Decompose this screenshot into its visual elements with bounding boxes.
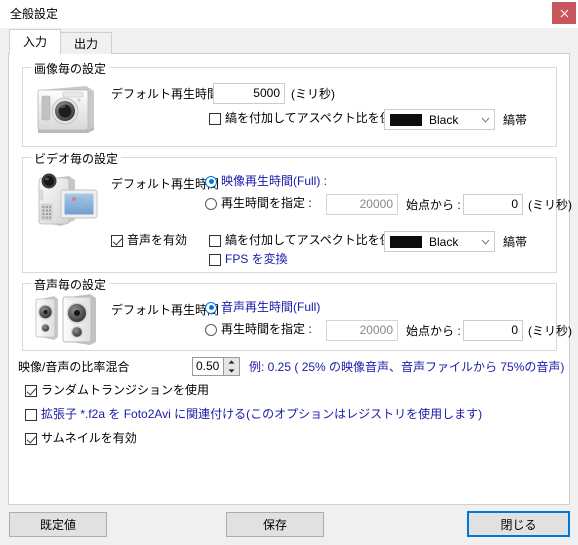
image-aspect-label: 縞を付加してアスペクト比を保持 <box>225 111 404 125</box>
image-band-color-value: Black <box>429 112 459 127</box>
close-icon <box>560 9 568 17</box>
checkbox-box <box>25 432 37 445</box>
image-duration-unit: (ミリ秒) <box>291 87 335 101</box>
radio-circle <box>205 301 217 314</box>
group-image-settings: 画像毎の設定 デフォルト再生時間 : 5000 (ミリ秒) 縞を付加してアスペク… <box>22 60 557 147</box>
thumbnails-checkbox[interactable]: サムネイルを有効 <box>25 432 137 445</box>
mix-ratio-value: 0.50 <box>196 359 220 373</box>
video-band-suffix: 縞帯 <box>503 235 528 249</box>
video-radio-custom[interactable]: 再生時間を指定 : <box>205 197 312 210</box>
image-band-suffix: 縞帯 <box>503 113 528 127</box>
group-audio-title: 音声毎の設定 <box>31 276 110 293</box>
thumbnails-label: サムネイルを有効 <box>41 431 137 445</box>
color-swatch <box>390 235 422 248</box>
tab-output[interactable]: 出力 <box>60 32 113 54</box>
checkbox-box <box>25 408 37 421</box>
image-band-color-combo[interactable]: Black <box>384 109 495 130</box>
image-duration-input[interactable]: 5000 <box>213 83 285 104</box>
audio-unit: (ミリ秒) <box>528 324 572 338</box>
tab-input[interactable]: 入力 <box>9 29 62 54</box>
video-radio-full-label: 映像再生時間(Full) : <box>221 174 327 188</box>
save-button[interactable]: 保存 <box>226 512 324 537</box>
mix-ratio-label: 映像/音声の比率混合 <box>18 360 130 374</box>
checkbox-box <box>209 234 221 247</box>
video-start-label: 始点から : <box>406 198 461 212</box>
random-transition-label: ランダムトランジションを使用 <box>41 383 210 397</box>
video-aspect-checkbox[interactable]: 縞を付加してアスペクト比を保持 <box>209 234 404 247</box>
video-audio-label: 音声を有効 <box>127 233 188 247</box>
audio-radio-custom[interactable]: 再生時間を指定 : <box>205 323 312 336</box>
color-swatch <box>390 113 422 126</box>
mix-ratio-stepper[interactable]: 0.50 <box>192 357 240 376</box>
tab-strip: 入力 出力 <box>9 29 113 54</box>
tab-panel-input: 画像毎の設定 デフォルト再生時間 : 5000 (ミリ秒) 縞を付加してアスペク… <box>8 53 572 505</box>
video-radio-custom-label: 再生時間を指定 : <box>221 196 312 210</box>
video-fps-checkbox[interactable]: FPS を変換 <box>209 253 288 266</box>
audio-start-label: 始点から : <box>406 324 461 338</box>
group-audio-settings: 音声毎の設定 デフォルト再生時間: 音声再生時間(Full) 再生時間を指定 … <box>22 276 572 351</box>
checkbox-box <box>209 112 221 125</box>
audio-radio-custom-label: 再生時間を指定 : <box>221 322 312 336</box>
video-band-color-combo[interactable]: Black <box>384 231 495 252</box>
tab-input-label: 入力 <box>23 35 48 49</box>
close-dialog-button[interactable]: 閉じる <box>467 511 570 537</box>
image-duration-label: デフォルト再生時間 : <box>111 87 226 101</box>
video-band-color-value: Black <box>429 234 459 249</box>
title-bar: 全般設定 <box>0 0 578 28</box>
camcorder-icon <box>38 173 98 226</box>
close-dialog-button-label: 閉じる <box>500 517 537 532</box>
radio-circle <box>205 323 217 336</box>
stepper-arrows <box>223 358 239 375</box>
video-radio-full[interactable]: 映像再生時間(Full) : <box>205 175 327 188</box>
group-video-title: ビデオ毎の設定 <box>31 150 122 167</box>
chevron-down-icon <box>476 117 494 123</box>
defaults-button[interactable]: 既定値 <box>9 512 107 537</box>
associate-f2a-checkbox[interactable]: 拡張子 *.f2a を Foto2Avi に関連付ける(このオプションはレジスト… <box>25 408 482 421</box>
radio-circle <box>205 175 217 188</box>
image-aspect-checkbox[interactable]: 縞を付加してアスペクト比を保持 <box>209 112 404 125</box>
chevron-down-icon <box>476 239 494 245</box>
video-unit: (ミリ秒) <box>528 198 572 212</box>
audio-radio-full[interactable]: 音声再生時間(Full) <box>205 301 320 314</box>
video-duration-label: デフォルト再生時間 <box>111 177 220 191</box>
audio-radio-full-label: 音声再生時間(Full) <box>221 300 321 314</box>
stepper-down-button[interactable] <box>224 367 239 376</box>
video-aspect-label: 縞を付加してアスペクト比を保持 <box>225 233 404 247</box>
video-start-input[interactable]: 0 <box>463 194 523 215</box>
checkbox-box <box>111 234 123 247</box>
checkbox-box <box>209 253 221 266</box>
window-title: 全般設定 <box>10 7 59 21</box>
save-button-label: 保存 <box>262 518 287 532</box>
speakers-icon <box>35 294 96 345</box>
defaults-button-label: 既定値 <box>39 518 76 532</box>
stepper-up-button[interactable] <box>224 358 239 367</box>
checkbox-box <box>25 384 37 397</box>
close-button[interactable] <box>552 2 576 24</box>
group-image-title: 画像毎の設定 <box>31 60 110 77</box>
video-fps-label: FPS を変換 <box>225 252 288 266</box>
group-video-settings: ビデオ毎の設定 デフォルト再生時間 映像再生時間(Full): 再生時間を指定… <box>22 150 572 273</box>
tab-output-label: 出力 <box>74 37 99 51</box>
video-custom-duration-input[interactable]: 20000 <box>326 194 398 215</box>
photo-camera-icon <box>37 86 94 133</box>
video-audio-checkbox[interactable]: 音声を有効 <box>111 234 187 247</box>
mix-ratio-hint: 例: 0.25 ( 25% の映像音声、音声ファイルから 75%の音声) <box>249 360 565 374</box>
radio-circle <box>205 197 217 210</box>
associate-f2a-label: 拡張子 *.f2a を Foto2Avi に関連付ける(このオプションはレジスト… <box>41 407 483 421</box>
audio-start-input[interactable]: 0 <box>463 320 523 341</box>
audio-custom-duration-input[interactable]: 20000 <box>326 320 398 341</box>
random-transition-checkbox[interactable]: ランダムトランジションを使用 <box>25 384 209 397</box>
